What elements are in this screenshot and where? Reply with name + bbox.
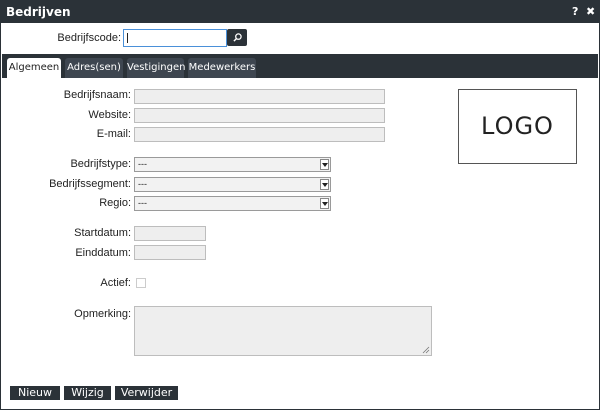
actief-label: Actief: <box>100 277 131 289</box>
window-title: Bedrijven <box>6 5 71 19</box>
search-icon <box>232 33 242 42</box>
bedrijfssegment-value: --- <box>138 179 147 189</box>
opmerking-label: Opmerking: <box>74 308 131 320</box>
startdatum-field[interactable] <box>134 226 206 241</box>
tab-algemeen[interactable]: Algemeen <box>7 58 61 78</box>
regio-label: Regio: <box>99 197 131 209</box>
tab-vestigingen[interactable]: Vestigingen <box>127 58 185 78</box>
startdatum-label: Startdatum: <box>74 227 131 239</box>
bedrijfscode-input[interactable] <box>123 29 227 47</box>
bedrijfsnaam-field[interactable] <box>134 89 385 104</box>
chevron-down-icon <box>320 159 329 170</box>
wijzig-button[interactable]: Wijzig <box>64 386 111 400</box>
close-button[interactable]: ✖ <box>586 5 595 18</box>
opmerking-textarea[interactable] <box>134 306 432 356</box>
actief-checkbox[interactable] <box>136 278 146 288</box>
bedrijfscode-label: Bedrijfscode: <box>57 32 121 44</box>
bedrijfstype-value: --- <box>138 159 147 169</box>
bedrijfssegment-label: Bedrijfssegment: <box>49 178 131 190</box>
nieuw-button[interactable]: Nieuw <box>10 386 60 400</box>
regio-value: --- <box>138 198 147 208</box>
email-label: E-mail: <box>96 128 131 140</box>
help-button[interactable]: ? <box>572 5 578 18</box>
logo-text: LOGO <box>481 112 554 140</box>
bedrijfscode-row: Bedrijfscode: <box>1 29 599 51</box>
bedrijven-window: Bedrijven ? ✖ Bedrijfscode: Algemeen Adr… <box>0 0 600 410</box>
verwijder-button[interactable]: Verwijder <box>115 386 178 400</box>
chevron-down-icon <box>320 198 329 209</box>
bedrijfstype-select[interactable]: --- <box>134 157 331 172</box>
einddatum-label: Einddatum: <box>75 247 131 259</box>
tab-bar: Algemeen Adres(sen) Vestigingen Medewerk… <box>2 54 598 78</box>
logo-placeholder[interactable]: LOGO <box>458 89 577 164</box>
title-bar: Bedrijven ? ✖ <box>1 1 599 23</box>
regio-select[interactable]: --- <box>134 196 331 211</box>
website-field[interactable] <box>134 108 385 123</box>
chevron-down-icon <box>320 179 329 190</box>
resize-grip-icon[interactable] <box>422 346 430 354</box>
bedrijfssegment-select[interactable]: --- <box>134 177 331 192</box>
einddatum-field[interactable] <box>134 245 206 260</box>
tab-medewerkers[interactable]: Medewerkers <box>188 58 256 78</box>
email-field[interactable] <box>134 127 385 142</box>
tab-adressen[interactable]: Adres(sen) <box>65 58 123 78</box>
search-button[interactable] <box>227 29 247 46</box>
bedrijfsnaam-label: Bedrijfsnaam: <box>63 89 131 101</box>
bedrijfstype-label: Bedrijfstype: <box>70 158 131 170</box>
website-label: Website: <box>88 109 131 121</box>
